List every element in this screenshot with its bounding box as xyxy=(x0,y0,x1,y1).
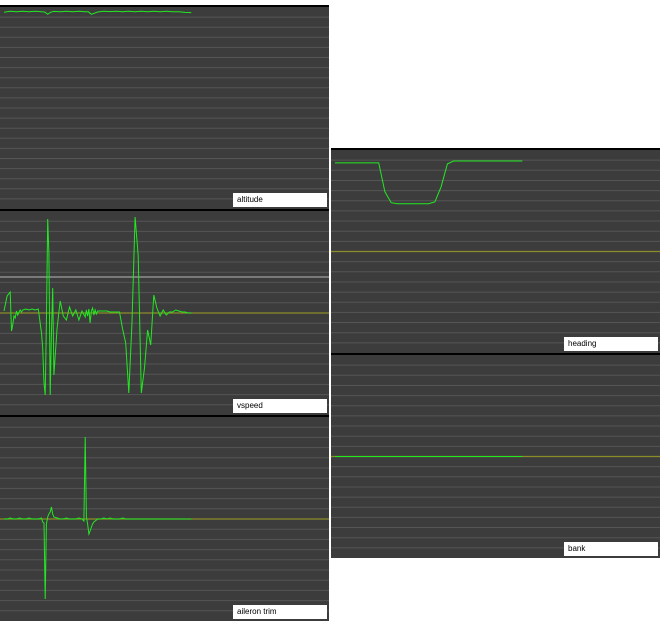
vspeed-legend-label: vspeed xyxy=(233,399,327,413)
bank-legend-label: bank xyxy=(564,542,658,556)
aileron-trim-chart xyxy=(0,426,329,612)
vspeed-chart xyxy=(0,216,329,406)
heading-legend-label: heading xyxy=(564,337,658,351)
altitude-legend-label: altitude xyxy=(233,193,327,207)
series-line-aileron-trim xyxy=(4,436,192,600)
vspeed-chart-panel: vspeed xyxy=(0,209,329,415)
altitude-chart-panel: altitude xyxy=(0,5,329,209)
heading-chart-panel: heading xyxy=(331,148,660,353)
altitude-chart xyxy=(0,10,329,200)
bank-chart-panel: bank xyxy=(331,353,660,558)
bank-chart xyxy=(331,364,660,549)
series-line-vspeed xyxy=(3,216,192,396)
series-line-heading xyxy=(335,160,523,205)
aileron-trim-chart-panel: aileron trim xyxy=(0,415,329,621)
aileron-trim-legend-label: aileron trim xyxy=(233,605,327,619)
series-line-altitude xyxy=(3,10,192,15)
heading-chart xyxy=(331,159,660,344)
